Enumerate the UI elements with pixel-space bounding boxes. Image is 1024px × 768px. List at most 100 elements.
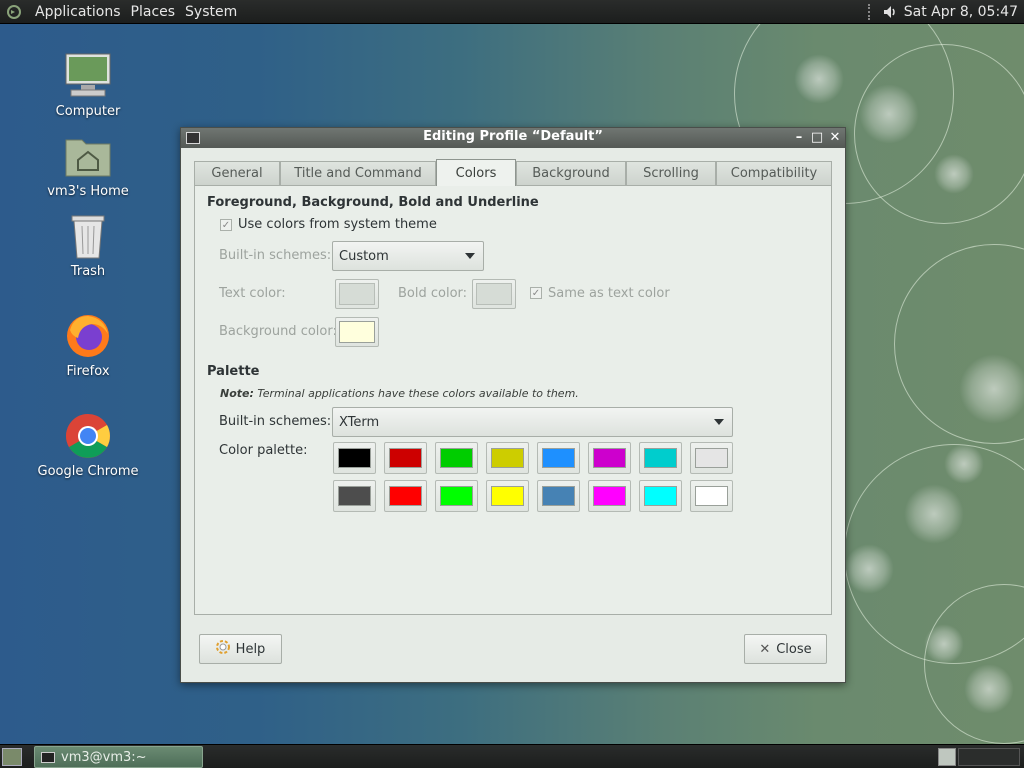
desktop-icon-label: Computer <box>55 104 121 119</box>
text-color-label: Text color: <box>219 286 286 301</box>
palette-color-button[interactable] <box>639 480 682 512</box>
desktop-icon-trash[interactable]: Trash <box>33 210 143 279</box>
palette-color-button[interactable] <box>384 442 427 474</box>
bold-color-button[interactable] <box>472 279 516 309</box>
palette-builtin-schemes-combo[interactable]: XTerm <box>332 407 733 437</box>
terminal-icon <box>41 751 55 763</box>
colors-tab-panel: Foreground, Background, Bold and Underli… <box>194 185 832 615</box>
chevron-down-icon <box>714 419 724 425</box>
menu-applications[interactable]: Applications <box>30 4 126 20</box>
taskbar-item-label: vm3@vm3:~ <box>61 749 147 765</box>
palette-color-button[interactable] <box>384 480 427 512</box>
palette-color-swatch <box>338 486 371 506</box>
tab-compatibility[interactable]: Compatibility <box>716 161 832 185</box>
close-window-button[interactable]: ✕ <box>829 129 841 145</box>
close-button[interactable]: ✕ Close <box>744 634 827 664</box>
desktop-icon-computer[interactable]: Computer <box>33 50 143 119</box>
profile-editor-dialog: Editing Profile “Default” – □ ✕ General … <box>180 127 846 683</box>
text-color-button[interactable] <box>335 279 379 309</box>
palette-color-button[interactable] <box>435 442 478 474</box>
palette-color-swatch <box>338 448 371 468</box>
desktop-icon-home[interactable]: vm3's Home <box>33 130 143 199</box>
palette-color-button[interactable] <box>588 442 631 474</box>
palette-color-swatch <box>542 448 575 468</box>
dialog-titlebar[interactable]: Editing Profile “Default” – □ ✕ <box>181 128 845 148</box>
show-desktop-icon[interactable] <box>2 748 22 766</box>
palette-color-button[interactable] <box>435 480 478 512</box>
chevron-down-icon <box>465 253 475 259</box>
palette-color-button[interactable] <box>690 442 733 474</box>
volume-icon[interactable] <box>880 2 900 22</box>
color-palette-label: Color palette: <box>219 443 308 458</box>
fg-builtin-schemes-label: Built-in schemes: <box>219 248 332 263</box>
top-panel: Applications Places System Sat Apr 8, 05… <box>0 0 1024 24</box>
desktop-icon-firefox[interactable]: Firefox <box>33 310 143 379</box>
help-button-label: Help <box>235 641 266 657</box>
tab-title-and-command[interactable]: Title and Command <box>280 161 436 185</box>
tab-background[interactable]: Background <box>516 161 626 185</box>
same-as-text-label: Same as text color <box>548 286 670 301</box>
palette-color-button[interactable] <box>486 480 529 512</box>
distro-logo-icon[interactable] <box>4 2 24 22</box>
palette-color-button[interactable] <box>690 480 733 512</box>
bold-color-swatch <box>476 283 512 305</box>
trash-icon <box>62 210 114 262</box>
desktop-icon-chrome[interactable]: Google Chrome <box>33 410 143 479</box>
text-color-swatch <box>339 283 375 305</box>
background-color-label: Background color: <box>219 324 337 339</box>
bottom-panel: vm3@vm3:~ <box>0 744 1024 768</box>
palette-color-button[interactable] <box>486 442 529 474</box>
firefox-icon <box>62 310 114 362</box>
palette-color-button[interactable] <box>333 480 376 512</box>
fg-builtin-schemes-value: Custom <box>339 248 389 264</box>
palette-color-button[interactable] <box>537 442 580 474</box>
palette-color-swatch <box>491 448 524 468</box>
palette-color-swatch <box>389 486 422 506</box>
palette-color-swatch <box>440 448 473 468</box>
palette-color-swatch <box>644 486 677 506</box>
palette-section-heading: Palette <box>207 364 260 379</box>
palette-color-button[interactable] <box>588 480 631 512</box>
same-as-text-checkbox[interactable]: ✓ <box>530 287 542 299</box>
menu-places[interactable]: Places <box>126 4 181 20</box>
palette-color-swatch <box>389 448 422 468</box>
desktop-icon-label: Google Chrome <box>37 464 139 479</box>
tab-general[interactable]: General <box>194 161 280 185</box>
menu-system[interactable]: System <box>180 4 242 20</box>
clock[interactable]: Sat Apr 8, 05:47 <box>900 4 1024 20</box>
desktop-icon-label: vm3's Home <box>47 184 129 199</box>
workspace-1-button[interactable] <box>938 748 956 766</box>
help-icon <box>215 640 230 658</box>
palette-color-swatch <box>695 448 728 468</box>
help-button[interactable]: Help <box>199 634 282 664</box>
tab-scrolling[interactable]: Scrolling <box>626 161 716 185</box>
palette-color-swatch <box>491 486 524 506</box>
palette-color-button[interactable] <box>537 480 580 512</box>
palette-builtin-schemes-value: XTerm <box>339 414 380 430</box>
palette-color-button[interactable] <box>333 442 376 474</box>
chrome-icon <box>62 410 114 462</box>
bold-color-label: Bold color: <box>398 286 468 301</box>
taskbar-item-terminal[interactable]: vm3@vm3:~ <box>34 746 203 768</box>
palette-color-swatch <box>644 448 677 468</box>
tab-bar: General Title and Command Colors Backgro… <box>194 159 832 186</box>
palette-color-swatch <box>695 486 728 506</box>
use-system-colors-label: Use colors from system theme <box>238 217 437 232</box>
home-folder-icon <box>62 130 114 182</box>
minimize-button[interactable]: – <box>793 129 805 145</box>
close-button-label: Close <box>776 641 812 657</box>
palette-color-button[interactable] <box>639 442 682 474</box>
workspace-2-button[interactable] <box>958 748 1020 766</box>
palette-note: Note: Terminal applications have these c… <box>220 387 579 400</box>
dialog-title: Editing Profile “Default” <box>423 129 603 144</box>
panel-separator <box>867 3 874 20</box>
fg-section-heading: Foreground, Background, Bold and Underli… <box>207 195 539 210</box>
computer-icon <box>62 50 114 102</box>
desktop-icon-label: Trash <box>70 264 106 279</box>
fg-builtin-schemes-combo[interactable]: Custom <box>332 241 484 271</box>
background-color-button[interactable] <box>335 317 379 347</box>
maximize-button[interactable]: □ <box>811 129 823 145</box>
tab-colors[interactable]: Colors <box>436 159 516 186</box>
use-system-colors-checkbox[interactable]: ✓ <box>220 219 232 231</box>
palette-color-swatch <box>440 486 473 506</box>
